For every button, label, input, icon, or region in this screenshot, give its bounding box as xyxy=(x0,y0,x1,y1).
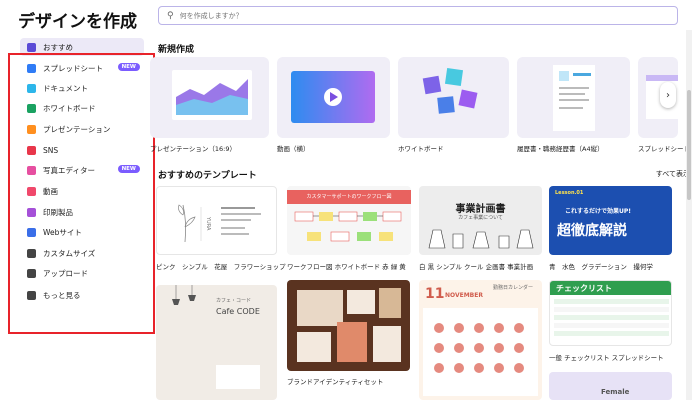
flower-card-art xyxy=(178,204,261,243)
new-card-label: プレゼンテーション（16:9） xyxy=(150,145,236,153)
new-section-title: 新規作成 xyxy=(158,45,195,55)
scrollbar-thumb[interactable] xyxy=(687,90,691,200)
new-card-label: ホワイトボード xyxy=(398,145,444,153)
new-video-card[interactable] xyxy=(277,57,390,138)
cafe-card-title: Cafe CODE xyxy=(216,307,260,316)
new-presentation-card[interactable] xyxy=(150,57,269,138)
female-card-title: Female xyxy=(601,388,630,396)
template-label: ワークフロー図 ホワイトボード 赤 緑 黄 xyxy=(287,263,406,271)
template-blue-lesson[interactable]: Lesson.01 これするだけで効果UP! 超徹底解説 xyxy=(549,186,672,255)
red-highlight-box xyxy=(8,53,155,334)
plan-card-subtitle: カフェ事業について xyxy=(458,215,503,221)
app-title: デザインを作成 xyxy=(18,12,137,32)
template-workflow[interactable]: カスタマーサポートのワークフロー図 xyxy=(287,186,411,255)
new-card-label: 履歴書・職務経歴書（A4縦） xyxy=(517,145,604,153)
new-card-label: 動画（横） xyxy=(277,145,310,153)
resume-thumbnail xyxy=(553,65,595,131)
workflow-card-title: カスタマーサポートのワークフロー図 xyxy=(306,194,392,200)
presentation-thumbnail xyxy=(172,70,252,120)
flower-card-name: YURA xyxy=(205,217,211,231)
template-label: 一般 チェックリスト スプレッドシート xyxy=(549,354,664,362)
template-label: 白 黒 シンプル クール 企画書 事業計画 xyxy=(419,263,534,271)
sidebar-item-label: おすすめ xyxy=(43,42,73,52)
lesson-card-subtitle: これするだけで効果UP! xyxy=(565,208,632,215)
checklist-card-title: チェックリスト xyxy=(556,284,612,293)
new-whiteboard-card[interactable] xyxy=(398,57,509,138)
template-calendar[interactable]: 11 NOVEMBER 勤務日カレンダー xyxy=(419,280,542,400)
template-cafe[interactable]: カフェ・コード Cafe CODE xyxy=(156,285,277,400)
calendar-card-month-word: NOVEMBER xyxy=(445,292,483,299)
search-icon: ⚲ xyxy=(167,10,174,21)
new-resume-card[interactable] xyxy=(517,57,630,138)
whiteboard-thumbnail xyxy=(422,67,478,114)
lesson-card-headline: 超徹底解説 xyxy=(557,223,627,239)
brand-card-art xyxy=(297,288,401,362)
scrollbar[interactable] xyxy=(686,30,692,400)
search-input[interactable] xyxy=(179,11,640,20)
template-flower-shop[interactable]: YURA xyxy=(156,186,277,255)
template-brand-identity[interactable] xyxy=(287,280,410,371)
video-thumbnail xyxy=(291,71,375,123)
lesson-card-tag: Lesson.01 xyxy=(555,190,584,196)
carousel-next-button[interactable]: › xyxy=(660,82,676,108)
new-card-label: スプレッドシート xyxy=(638,145,690,153)
templates-section-title: おすすめのテンプレート xyxy=(158,171,257,181)
plan-card-title: 事業計画書 xyxy=(455,204,506,215)
template-female[interactable]: Female xyxy=(549,372,672,400)
calendar-card-month: 11 xyxy=(425,286,445,302)
template-label: 青 水色 グラデーション 撮何学 xyxy=(549,263,653,271)
show-all-link[interactable]: すべて表示 xyxy=(656,169,690,179)
template-label: ブランドアイデンティティセット xyxy=(287,378,384,386)
cafe-card-subtitle: カフェ・コード xyxy=(216,298,252,304)
calendar-card-title: 勤務日カレンダー xyxy=(493,285,534,291)
search-bar[interactable]: ⚲ xyxy=(158,6,678,25)
template-label: ピンク シンプル 花屋 フラワーショップ xyxy=(156,263,286,271)
template-business-plan[interactable]: 事業計画書 カフェ事業について xyxy=(419,186,542,255)
sparkle-icon xyxy=(27,42,36,52)
template-checklist[interactable]: チェックリスト xyxy=(549,280,672,346)
